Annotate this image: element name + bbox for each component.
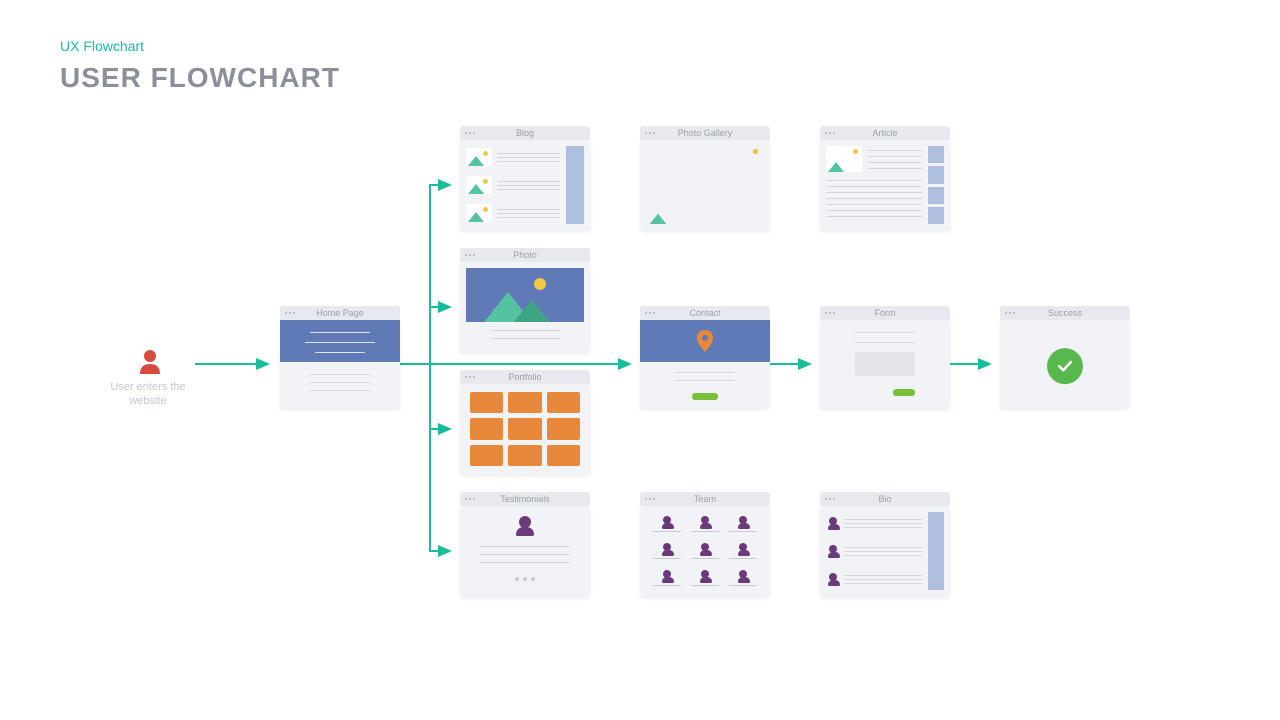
node-form: Form (820, 320, 950, 408)
node-team: Team (640, 506, 770, 596)
node-testimonials: Testimonials (460, 506, 590, 596)
node-portfolio-label: Portfolio (460, 372, 590, 382)
node-testimonials-label: Testimonials (460, 494, 590, 504)
node-home-page-label: Home Page (280, 308, 400, 318)
node-photo-gallery: Photo Gallery (640, 140, 770, 230)
node-article: Article (820, 140, 950, 230)
avatar-icon (516, 516, 534, 536)
node-contact: Contact (640, 320, 770, 408)
submit-button-icon (692, 393, 718, 400)
avatar-icon (662, 516, 672, 529)
node-blog-label: Blog (460, 128, 590, 138)
node-contact-label: Contact (640, 308, 770, 318)
node-photo-label: Photo (460, 250, 590, 260)
submit-button-icon (893, 389, 915, 396)
user-icon (138, 348, 162, 374)
node-bio: Bio (820, 506, 950, 596)
avatar-icon (828, 517, 838, 530)
node-home-page: Home Page (280, 320, 400, 408)
node-success-label: Success (1000, 308, 1130, 318)
node-form-label: Form (820, 308, 950, 318)
subtitle: UX Flowchart (60, 38, 144, 54)
node-gallery-label: Photo Gallery (640, 128, 770, 138)
map-pin-icon (696, 330, 714, 352)
node-bio-label: Bio (820, 494, 950, 504)
entry-label: User enters the website (108, 380, 188, 409)
node-portfolio: Portfolio (460, 384, 590, 474)
checkmark-icon (1047, 348, 1083, 384)
node-team-label: Team (640, 494, 770, 504)
node-success: Success (1000, 320, 1130, 408)
node-blog: Blog (460, 140, 590, 230)
page-title: USER FLOWCHART (60, 62, 340, 94)
node-photo: Photo (460, 262, 590, 352)
node-article-label: Article (820, 128, 950, 138)
